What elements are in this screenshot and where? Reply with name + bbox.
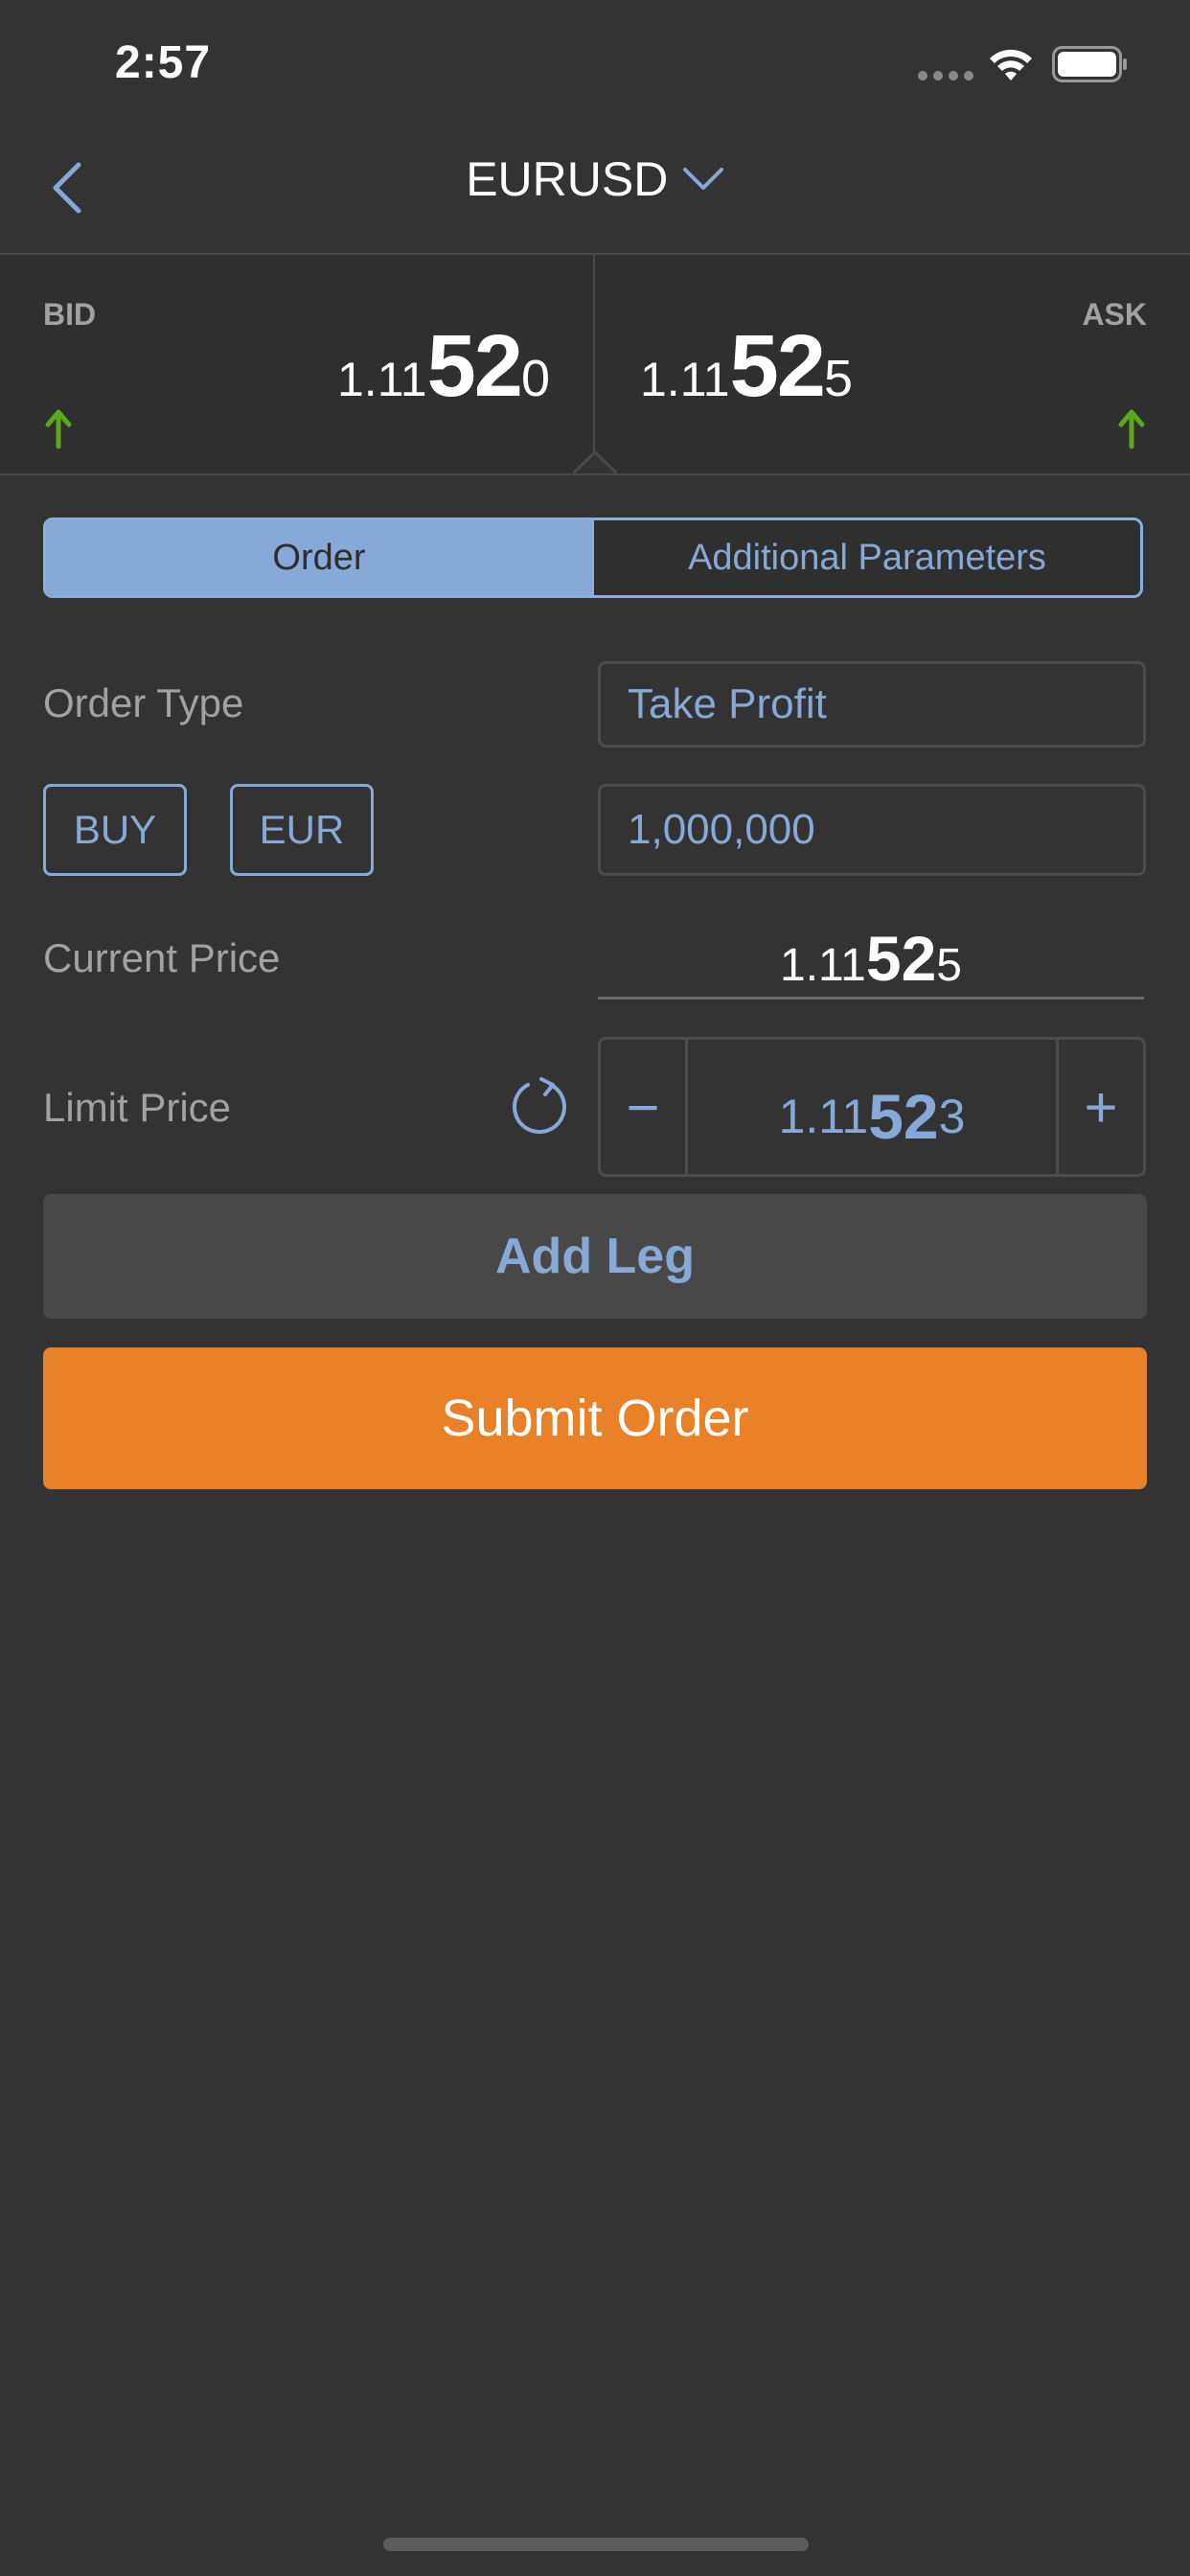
bid-price-fraction: 0 [520, 350, 550, 407]
increment-button[interactable]: + [1056, 1040, 1143, 1174]
bid-label: BID [43, 297, 97, 332]
quote-panel [0, 253, 1190, 475]
decrement-button[interactable]: − [601, 1040, 688, 1174]
cellular-signal-icon [918, 71, 973, 80]
quantity-input[interactable]: 1,000,000 [598, 784, 1146, 876]
add-leg-button[interactable]: Add Leg [43, 1194, 1147, 1319]
currency-button[interactable]: EUR [230, 784, 374, 876]
quote-divider [593, 253, 595, 470]
current-price-label: Current Price [43, 935, 281, 980]
tab-order[interactable]: Order [46, 520, 592, 595]
order-type-label: Order Type [43, 680, 244, 725]
wifi-icon [990, 49, 1032, 80]
ask-label: ASK [1082, 297, 1147, 332]
limit-price-pips: 52 [868, 1081, 939, 1152]
page-title: EURUSD [466, 152, 669, 206]
bid-up-arrow-icon [45, 409, 72, 448]
symbol-selector[interactable]: EURUSD [0, 151, 1190, 207]
current-price-value: 1.11525 [598, 922, 1144, 995]
order-type-select[interactable]: Take Profit [598, 661, 1146, 748]
limit-price-prefix: 1.11 [778, 1090, 869, 1143]
bid-price-prefix: 1.11 [337, 353, 427, 406]
battery-icon [1052, 46, 1127, 82]
limit-price-label: Limit Price [43, 1085, 232, 1130]
order-tabs: Order Additional Parameters [43, 518, 1143, 598]
current-price-underline [598, 997, 1144, 1000]
submit-order-button[interactable]: Submit Order [43, 1347, 1147, 1489]
limit-price-input[interactable]: 1.11 52 3 [688, 1040, 1056, 1174]
ask-price-prefix: 1.11 [640, 353, 730, 406]
bid-price[interactable]: 1.11520 [337, 316, 550, 417]
current-price-pips: 52 [865, 923, 937, 994]
tab-additional-parameters[interactable]: Additional Parameters [592, 520, 1140, 595]
ask-price[interactable]: 1.11525 [640, 316, 853, 417]
bid-price-pips: 52 [426, 317, 523, 415]
selection-notch [573, 450, 617, 475]
refresh-icon[interactable] [510, 1077, 569, 1137]
limit-price-fraction: 3 [938, 1090, 966, 1143]
home-indicator[interactable] [383, 2538, 809, 2551]
ask-price-pips: 52 [729, 317, 826, 415]
status-time: 2:57 [115, 37, 212, 88]
limit-price-stepper: − 1.11 52 3 + [598, 1037, 1146, 1177]
ask-price-fraction: 5 [823, 350, 853, 407]
chevron-down-icon [682, 168, 723, 190]
side-button[interactable]: BUY [43, 784, 187, 876]
current-price-prefix: 1.11 [780, 940, 866, 991]
ask-up-arrow-icon [1118, 409, 1145, 448]
current-price-fraction: 5 [936, 940, 962, 991]
